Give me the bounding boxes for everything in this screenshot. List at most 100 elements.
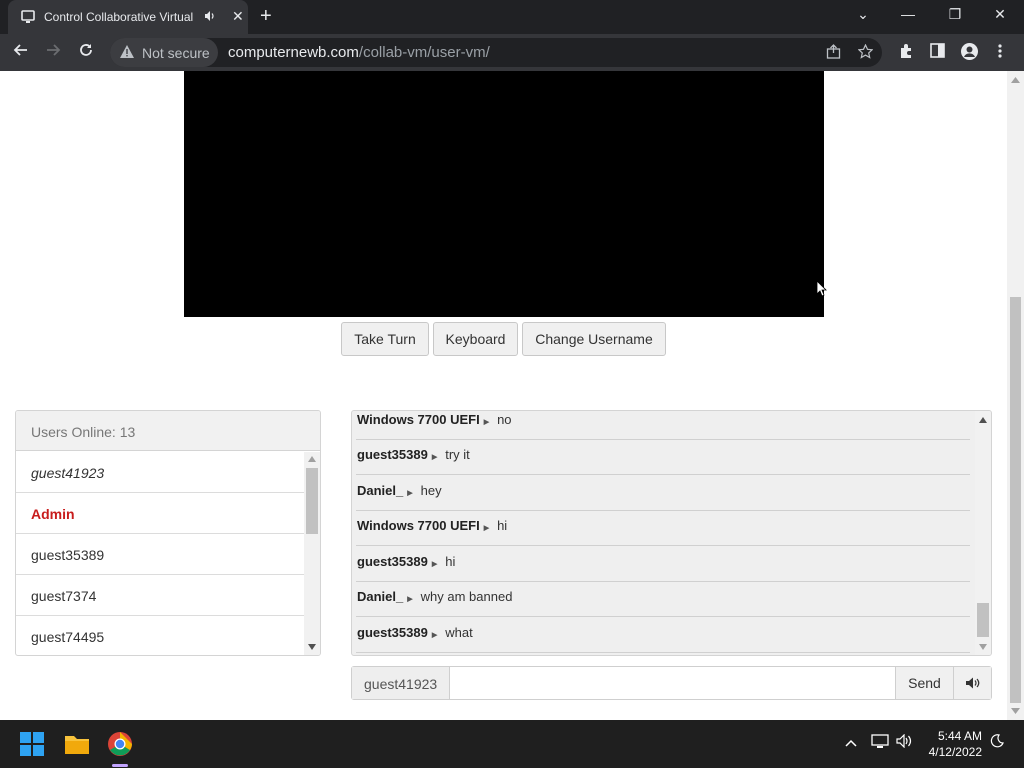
tab-close-icon[interactable]: ✕ — [232, 8, 244, 25]
browser-toolbar: Not secure computernewb.com/collab-vm/us… — [0, 34, 1024, 71]
take-turn-button[interactable]: Take Turn — [341, 322, 429, 356]
scroll-up-arrow-icon[interactable] — [308, 456, 316, 462]
chat-username-label: guest41923 — [352, 667, 450, 699]
tab-title: Control Collaborative Virtual — [44, 10, 194, 24]
warning-icon — [120, 45, 134, 61]
chat-message: Windows 7700 UEFI ▶ hi — [352, 510, 970, 546]
window-close-icon[interactable]: ✕ — [990, 6, 1010, 23]
user-list-item[interactable]: guest35389 — [16, 534, 304, 575]
web-page: Take Turn Keyboard Change Username Users… — [0, 71, 1024, 720]
scroll-up-arrow-icon[interactable] — [1011, 77, 1020, 83]
active-app-indicator — [112, 764, 128, 767]
back-icon[interactable] — [10, 42, 32, 63]
chat-text: what — [445, 625, 473, 640]
url-text[interactable]: computernewb.com/collab-vm/user-vm/ — [228, 44, 490, 61]
send-button[interactable]: Send — [895, 667, 953, 699]
taskbar-clock[interactable]: 5:44 AM 4/12/2022 — [920, 728, 982, 760]
chat-username: Daniel_ — [357, 483, 404, 498]
network-icon[interactable] — [871, 734, 889, 753]
chat-input-row: guest41923 Send — [351, 666, 992, 700]
scroll-down-arrow-icon[interactable] — [308, 644, 316, 650]
url-path: /collab-vm/user-vm/ — [358, 44, 490, 61]
url-host: computernewb.com — [228, 44, 359, 61]
share-icon[interactable] — [826, 44, 841, 63]
menu-kebab-icon[interactable] — [997, 43, 1003, 63]
chat-arrow-icon: ▶ — [407, 596, 413, 603]
collabvm-favicon-icon — [21, 10, 35, 23]
scroll-up-arrow-icon[interactable] — [979, 417, 987, 423]
chat-username: Daniel_ — [357, 589, 404, 604]
chat-text: try it — [445, 447, 470, 462]
chat-text: no — [497, 412, 512, 427]
chat-message: Daniel_ ▶ hey — [352, 475, 970, 511]
address-bar[interactable]: Not secure computernewb.com/collab-vm/us… — [110, 38, 882, 67]
tab-search-chevron-icon[interactable]: ⌄ — [853, 6, 873, 23]
users-scrollbar[interactable] — [304, 452, 320, 655]
security-label: Not secure — [142, 45, 210, 61]
chat-text: hi — [445, 554, 456, 569]
bookmark-star-icon[interactable] — [857, 43, 874, 63]
tab-audio-icon[interactable] — [204, 10, 216, 25]
clock-time: 5:44 AM — [937, 729, 982, 743]
browser-tab[interactable]: Control Collaborative Virtual ✕ — [8, 0, 248, 34]
browser-titlebar: Control Collaborative Virtual ✕ + ⌄ — ❐ … — [0, 0, 1024, 34]
user-list-item[interactable]: guest41923 — [16, 452, 304, 493]
chat-arrow-icon: ▶ — [483, 419, 490, 426]
chat-text: hi — [497, 518, 508, 533]
profile-avatar-icon[interactable] — [961, 43, 978, 64]
chat-text: why am banned — [420, 589, 513, 604]
users-online-header: Users Online: 13 — [16, 411, 320, 451]
chat-username: guest35389 — [357, 554, 428, 569]
chrome-icon[interactable] — [104, 728, 136, 760]
file-explorer-icon[interactable] — [61, 728, 93, 760]
mouse-cursor-icon — [817, 281, 827, 297]
page-scroll-thumb[interactable] — [1010, 297, 1021, 703]
clock-date: 4/12/2022 — [928, 745, 982, 759]
chat-arrow-icon: ▶ — [431, 632, 438, 639]
vm-display[interactable] — [184, 71, 824, 317]
focus-moon-icon[interactable] — [990, 734, 1004, 752]
chat-message: guest35389 ▶ try it — [352, 439, 970, 475]
chat-input[interactable] — [450, 667, 895, 699]
chat-arrow-icon: ▶ — [407, 490, 413, 497]
chat-username: guest35389 — [357, 625, 428, 640]
speaker-icon[interactable] — [896, 733, 913, 752]
user-list-item[interactable]: guest74495 — [16, 616, 304, 655]
scroll-down-arrow-icon[interactable] — [1011, 708, 1020, 714]
chat-arrow-icon: ▶ — [483, 525, 490, 532]
user-list-item-admin[interactable]: Admin — [16, 493, 304, 534]
reload-icon[interactable] — [75, 42, 97, 63]
security-chip[interactable]: Not secure — [110, 38, 218, 67]
chat-message: guest35389 ▶ what — [352, 617, 970, 653]
chat-username: guest35389 — [357, 447, 428, 462]
user-list-item[interactable]: guest7374 — [16, 575, 304, 616]
side-panel-icon[interactable] — [930, 43, 945, 62]
scroll-down-arrow-icon[interactable] — [979, 644, 987, 650]
keyboard-button[interactable]: Keyboard — [433, 322, 518, 356]
chat-username: Windows 7700 UEFI — [357, 518, 480, 533]
users-scroll-thumb[interactable] — [306, 468, 318, 534]
volume-button[interactable] — [953, 667, 991, 699]
users-online-panel: Users Online: 13 guest41923 Admin guest3… — [15, 410, 321, 656]
forward-icon[interactable] — [42, 42, 64, 63]
volume-icon — [965, 677, 979, 689]
windows-start-icon[interactable] — [16, 728, 48, 760]
taskbar: 5:44 AM 4/12/2022 — [0, 720, 1024, 768]
chat-username: Windows 7700 UEFI — [357, 412, 480, 427]
change-username-button[interactable]: Change Username — [522, 322, 666, 356]
new-tab-icon[interactable]: + — [260, 5, 272, 28]
chat-text: hey — [420, 483, 442, 498]
chat-message: Windows 7700 UEFI ▶ no — [352, 411, 970, 440]
chat-scrollbar[interactable] — [975, 411, 991, 655]
chat-arrow-icon: ▶ — [431, 454, 438, 461]
tray-chevron-icon[interactable] — [845, 734, 857, 751]
page-scrollbar[interactable] — [1007, 71, 1024, 720]
chat-message: Daniel_ ▶ why am banned — [352, 581, 970, 617]
chat-arrow-icon: ▶ — [431, 561, 438, 568]
chat-scroll-thumb[interactable] — [977, 603, 989, 637]
minimize-icon[interactable]: — — [898, 6, 918, 22]
restore-icon[interactable]: ❐ — [945, 6, 965, 23]
chat-panel: Windows 7700 UEFI ▶ no guest35389 ▶ try it D… — [351, 410, 992, 656]
extensions-icon[interactable] — [898, 43, 914, 63]
chat-message: guest35389 ▶ hi — [352, 546, 970, 582]
